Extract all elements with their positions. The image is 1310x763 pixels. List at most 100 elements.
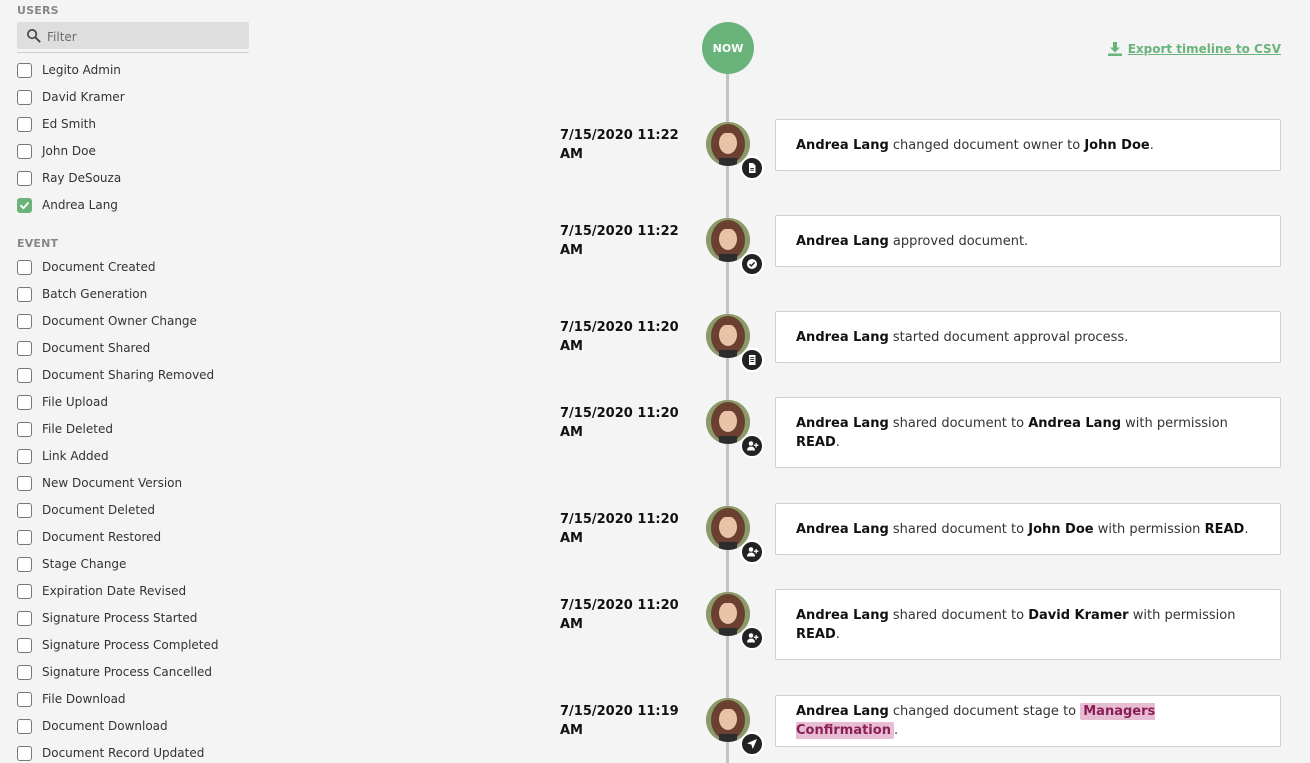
checkbox-row[interactable]: Document Record Updated xyxy=(17,743,204,763)
timeline-card: Andrea Lang changed document owner to Jo… xyxy=(775,119,1281,171)
checkbox-row[interactable]: New Document Version xyxy=(17,473,182,493)
checkbox[interactable] xyxy=(17,367,32,383)
checkbox[interactable] xyxy=(17,89,32,105)
checkbox[interactable] xyxy=(17,529,32,545)
checkbox[interactable] xyxy=(17,745,32,761)
card-message: Andrea Lang started document approval pr… xyxy=(796,328,1128,347)
timestamp-ampm: AM xyxy=(560,617,583,632)
timeline-card: Andrea Lang shared document to David Kra… xyxy=(775,589,1281,660)
timestamp-ampm: AM xyxy=(560,531,583,546)
action-text-2: with permission xyxy=(1128,607,1236,623)
checkbox-row[interactable]: Batch Generation xyxy=(17,284,147,304)
checkbox[interactable] xyxy=(17,502,32,518)
checkbox-label: Document Deleted xyxy=(42,503,156,517)
checkbox-row[interactable]: Document Owner Change xyxy=(17,311,197,331)
checkbox[interactable] xyxy=(17,691,32,707)
entry-timestamp: 7/15/2020 11:20 AM xyxy=(560,596,690,634)
checkbox[interactable] xyxy=(17,62,32,78)
checkbox[interactable] xyxy=(17,718,32,734)
entry-timestamp: 7/15/2020 11:22 AM xyxy=(560,222,690,260)
filter-underline xyxy=(17,52,249,53)
checkbox-row[interactable]: Signature Process Cancelled xyxy=(17,662,212,682)
timestamp-ampm: AM xyxy=(560,147,583,162)
checkbox[interactable] xyxy=(17,556,32,572)
checkbox[interactable] xyxy=(17,664,32,680)
checkbox-label: Document Shared xyxy=(42,341,151,355)
card-message: Andrea Lang changed document stage to Ma… xyxy=(796,702,1260,740)
checkbox-row[interactable]: Document Download xyxy=(17,716,168,736)
checkbox[interactable] xyxy=(17,421,32,437)
checkbox[interactable] xyxy=(17,340,32,356)
checkbox[interactable] xyxy=(17,394,32,410)
timestamp-datetime: 7/15/2020 11:20 xyxy=(560,406,679,421)
checkbox[interactable] xyxy=(17,610,32,626)
export-csv-label: Export timeline to CSV xyxy=(1127,42,1281,56)
checkbox-label: New Document Version xyxy=(42,476,183,490)
checkbox-row[interactable]: Stage Change xyxy=(17,554,126,574)
checkbox-row[interactable]: Legito Admin xyxy=(17,60,121,80)
action-text-2: with permission xyxy=(1093,521,1205,537)
action-text: started document approval process. xyxy=(888,329,1129,345)
permission-value: READ xyxy=(796,434,836,450)
timeline-card: Andrea Lang changed document stage to Ma… xyxy=(775,695,1281,747)
checkbox[interactable] xyxy=(17,637,32,653)
user-filter[interactable] xyxy=(17,22,249,49)
checkbox-label: Legito Admin xyxy=(42,63,121,77)
document-icon xyxy=(740,156,764,180)
checkbox[interactable] xyxy=(17,170,32,186)
timestamp-datetime: 7/15/2020 11:19 xyxy=(560,704,679,719)
export-csv-link[interactable]: Export timeline to CSV xyxy=(1107,42,1281,56)
checkbox-row[interactable]: Link Added xyxy=(17,446,109,466)
checkbox[interactable] xyxy=(17,143,32,159)
check-circle-icon xyxy=(740,252,764,276)
checkbox-label: Document Owner Change xyxy=(42,314,197,328)
checkbox[interactable] xyxy=(17,475,32,491)
checkbox-row[interactable]: Document Restored xyxy=(17,527,161,547)
checkbox[interactable] xyxy=(17,286,32,302)
checkbox-row[interactable]: Expiration Date Revised xyxy=(17,581,186,601)
checkbox-row[interactable]: Signature Process Started xyxy=(17,608,197,628)
checkbox[interactable] xyxy=(17,448,32,464)
card-message: Andrea Lang approved document. xyxy=(796,232,1028,251)
checkbox-label: Document Download xyxy=(42,719,168,733)
actor-name: Andrea Lang xyxy=(796,521,889,537)
period: . xyxy=(1244,521,1249,537)
checkbox-row[interactable]: Document Sharing Removed xyxy=(17,365,214,385)
checkbox-row[interactable]: Signature Process Completed xyxy=(17,635,219,655)
checkbox[interactable] xyxy=(17,583,32,599)
actor-name: Andrea Lang xyxy=(796,607,889,623)
entry-timestamp: 7/15/2020 11:22 AM xyxy=(560,126,690,164)
actor-name: Andrea Lang xyxy=(796,704,889,719)
checkbox-checked[interactable] xyxy=(17,197,32,213)
actor-name: Andrea Lang xyxy=(796,233,889,249)
user-filter-input[interactable] xyxy=(45,26,244,47)
checkbox-label: File Download xyxy=(42,692,126,706)
checkbox-row[interactable]: Document Created xyxy=(17,257,155,277)
checkbox-label: Andrea Lang xyxy=(42,198,118,212)
card-message: Andrea Lang shared document to David Kra… xyxy=(796,606,1260,644)
checkbox-row[interactable]: Ed Smith xyxy=(17,114,96,134)
entry-timestamp: 7/15/2020 11:20 AM xyxy=(560,404,690,442)
checkbox-row[interactable]: File Upload xyxy=(17,392,108,412)
entry-timestamp: 7/15/2020 11:19 AM xyxy=(560,702,690,740)
checkbox-row[interactable]: Ray DeSouza xyxy=(17,168,121,188)
checkbox-row[interactable]: Document Shared xyxy=(17,338,150,358)
add-user-icon xyxy=(740,540,764,564)
checkbox-label: Ed Smith xyxy=(42,117,96,131)
checkbox-row[interactable]: File Download xyxy=(17,689,126,709)
checkbox[interactable] xyxy=(17,313,32,329)
checkbox-row[interactable]: John Doe xyxy=(17,141,96,161)
checkbox[interactable] xyxy=(17,116,32,132)
action-text: shared document to xyxy=(888,521,1029,537)
timeline-card: Andrea Lang approved document. xyxy=(775,215,1281,267)
timestamp-datetime: 7/15/2020 11:20 xyxy=(560,320,679,335)
checkbox-row[interactable]: Andrea Lang xyxy=(17,195,118,215)
checkbox-row[interactable]: David Kramer xyxy=(17,87,125,107)
checkbox[interactable] xyxy=(17,259,32,275)
checkbox-row[interactable]: Document Deleted xyxy=(17,500,155,520)
card-message: Andrea Lang changed document owner to Jo… xyxy=(796,136,1154,155)
timeline-card: Andrea Lang shared document to Andrea La… xyxy=(775,397,1281,468)
checkbox-label: Document Sharing Removed xyxy=(42,368,215,382)
checkbox-row[interactable]: File Deleted xyxy=(17,419,113,439)
action-text: shared document to xyxy=(888,607,1029,623)
